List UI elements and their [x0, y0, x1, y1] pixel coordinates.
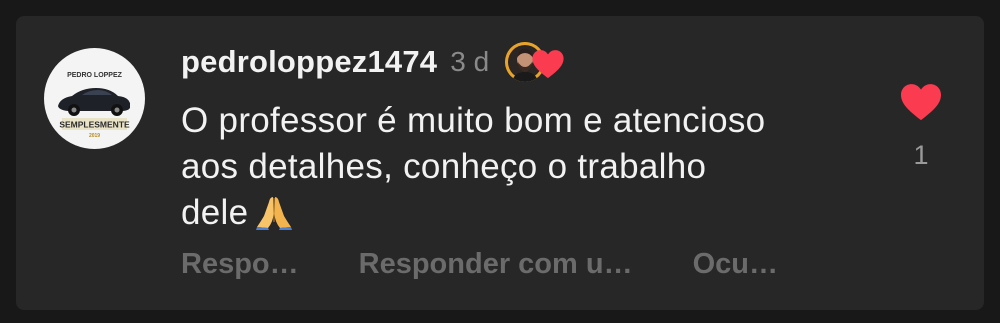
user-avatar[interactable]: PEDRO LOPPEZ SEMPLESMENTE 2019	[44, 48, 145, 149]
comment-line-1: O professor é muito bom e atencioso	[181, 101, 766, 140]
like-count: 1	[913, 140, 929, 170]
avatar-bottom-text: SEMPLESMENTE	[59, 120, 130, 130]
heart-icon[interactable]	[899, 82, 943, 122]
comment-card: PEDRO LOPPEZ SEMPLESMENTE 2019 pedrolopp…	[16, 16, 984, 310]
comment-header: pedroloppez1474 3 d	[181, 42, 567, 82]
username[interactable]: pedroloppez1474	[181, 44, 437, 80]
comment-actions: Respo… Responder com u… Ocu…	[181, 245, 778, 283]
avatar-sub-text: 2019	[89, 133, 100, 139]
comment-time: 3 d	[450, 46, 490, 77]
creator-liked-badge	[505, 42, 567, 82]
creator-heart-icon	[532, 50, 564, 79]
hide-button[interactable]: Ocu…	[693, 248, 778, 281]
reply-button[interactable]: Respo…	[181, 248, 299, 281]
avatar-top-text: PEDRO LOPPEZ	[67, 72, 123, 79]
comment-line-2: aos detalhes, conheço o trabalho	[181, 147, 707, 186]
comment-text: O professor é muito bom e atencioso aos …	[181, 98, 881, 242]
folded-hands-icon	[254, 194, 294, 242]
avatar-logo: PEDRO LOPPEZ SEMPLESMENTE 2019	[58, 72, 130, 139]
comment-line-3: dele	[181, 193, 249, 232]
like-column: 1	[896, 82, 946, 171]
reply-with-button[interactable]: Responder com u…	[359, 248, 633, 281]
